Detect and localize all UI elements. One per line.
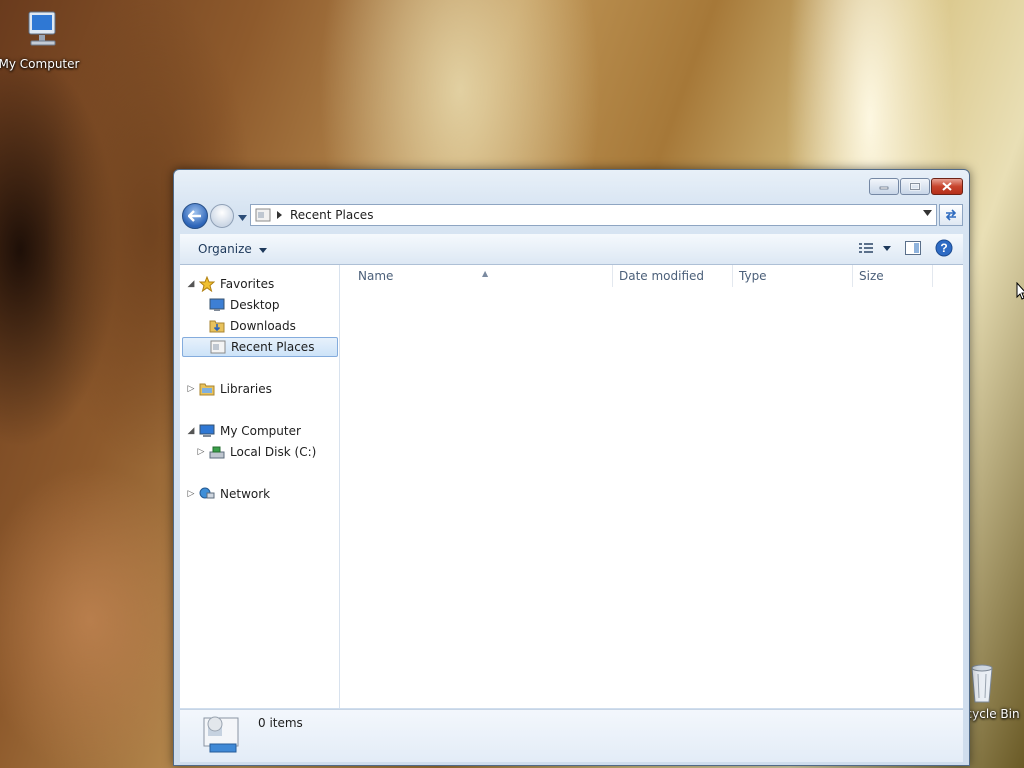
column-header-name[interactable]: Name ▲ [346,265,613,287]
address-row: Recent Places [180,203,963,229]
file-list[interactable]: Name ▲ Date modified Type Size [340,265,963,708]
column-header-name-label: Name [358,269,394,283]
nav-item-desktop[interactable]: Desktop [206,295,280,315]
command-bar: Organize ? [180,234,963,265]
item-count: 0 items [258,716,303,730]
nav-item-local-disk[interactable]: ▷ Local Disk (C:) [196,442,317,462]
column-header-size[interactable]: Size [853,265,933,287]
nav-label-recent-places: Recent Places [231,340,315,354]
star-icon [198,276,216,292]
nav-label-network: Network [220,487,271,501]
address-dropdown-icon[interactable] [923,210,932,216]
back-button[interactable] [182,203,208,229]
column-header-type-label: Type [739,269,767,283]
nav-label-downloads: Downloads [230,319,296,333]
nav-label-my-computer: My Computer [220,424,301,438]
command-bar-right: ? [859,239,953,257]
nav-label-desktop: Desktop [230,298,280,312]
recycle-bin-icon [967,662,997,707]
refresh-icon [945,209,957,221]
preview-pane-icon[interactable] [905,241,921,255]
column-header-size-label: Size [859,269,884,283]
computer-icon [0,8,81,55]
column-header-date-label: Date modified [619,269,705,283]
help-icon[interactable]: ? [935,239,953,257]
computer-icon [198,423,216,439]
nav-label-favorites: Favorites [220,277,275,291]
sort-arrow-icon: ▲ [482,269,489,278]
forward-button[interactable] [210,204,234,228]
mouse-cursor-icon [1016,282,1024,300]
chevron-down-icon [258,248,267,253]
nav-label-local-disk: Local Disk (C:) [230,445,317,459]
address-path[interactable]: Recent Places [290,208,373,222]
nav-item-downloads[interactable]: Downloads [206,316,296,336]
recent-places-large-icon [203,716,239,753]
hard-drive-icon [208,444,226,460]
column-header-type[interactable]: Type [733,265,853,287]
svg-text:?: ? [940,241,947,255]
organize-button[interactable]: Organize [198,242,267,256]
back-icon [188,210,201,222]
window-caption-buttons [869,178,963,195]
details-pane: 0 items [180,709,963,762]
expand-arrow-icon[interactable]: ▷ [186,384,196,394]
organize-label: Organize [198,242,252,256]
my-computer-label: My Computer [0,57,80,71]
refresh-button[interactable] [939,204,963,226]
expand-arrow-icon[interactable]: ▷ [186,489,196,499]
nav-item-my-computer[interactable]: ◢ My Computer [186,421,301,441]
column-header-date-modified[interactable]: Date modified [613,265,733,287]
maximize-button[interactable] [900,178,930,195]
recent-places-icon [255,208,271,222]
minimize-button[interactable] [869,178,899,195]
collapse-arrow-icon[interactable]: ◢ [186,279,196,289]
libraries-folder-icon [198,381,216,397]
nav-item-network[interactable]: ▷ Network [186,484,271,504]
expand-arrow-icon[interactable]: ▷ [196,447,206,457]
network-icon [198,486,216,502]
explorer-window[interactable]: Recent Places Organize ? ◢ Favorites Des… [173,169,970,766]
recent-places-icon [209,339,227,355]
collapse-arrow-icon[interactable]: ◢ [186,426,196,436]
chevron-down-icon [238,215,247,221]
nav-label-libraries: Libraries [220,382,272,396]
close-button[interactable] [931,178,963,195]
nav-item-libraries[interactable]: ▷ Libraries [186,379,272,399]
address-bar[interactable]: Recent Places [250,204,937,226]
nav-item-favorites[interactable]: ◢ Favorites [186,274,274,294]
nav-item-recent-places[interactable]: Recent Places [182,337,338,357]
downloads-folder-icon [208,318,226,334]
navigation-pane: ◢ Favorites Desktop Downloads Recent Pla… [180,265,340,708]
change-view-button[interactable] [859,242,891,254]
history-dropdown[interactable] [238,210,247,224]
breadcrumb-separator-icon [277,211,282,219]
desktop-icon [208,297,226,313]
chevron-down-icon [883,245,891,251]
view-list-icon [859,243,873,253]
desktop-icon-my-computer[interactable]: My Computer [0,8,81,71]
